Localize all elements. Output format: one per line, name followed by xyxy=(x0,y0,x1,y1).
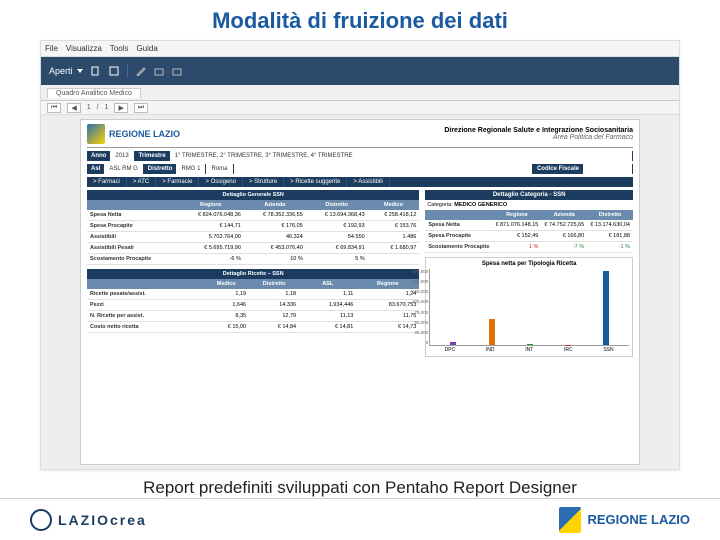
report-logo: REGIONE LAZIO xyxy=(87,124,180,144)
report-logo-text: REGIONE LAZIO xyxy=(109,129,180,139)
tableA-title: Dettaglio Generale SSN xyxy=(87,190,419,200)
filter-blank xyxy=(234,164,533,174)
table-dettaglio-categoria: Dettaglio Categoria - SSN Categoria: MED… xyxy=(425,190,633,253)
pager-prev-icon[interactable]: ◀ xyxy=(67,103,80,113)
chart-x-label: IND xyxy=(486,347,495,353)
pager-total: 1 xyxy=(105,104,109,111)
chart-x-label: SSN xyxy=(603,347,613,353)
slide-footer: LAZIOcrea REGIONE LAZIO xyxy=(0,498,720,540)
chart-x-label: DPC xyxy=(445,347,456,353)
table-row: Ricette pesate/assist.1,191,181,111,24 xyxy=(87,289,419,300)
pager-sep: / xyxy=(97,104,99,111)
new-file-icon[interactable] xyxy=(91,66,101,76)
toolbar: Aperti xyxy=(41,57,679,85)
pentaho-screenshot: File Visualizza Tools Guida Aperti Quadr… xyxy=(40,40,680,470)
table-row: N. Ricette per assist.8,3512,7911,1311,7… xyxy=(87,311,419,322)
content-area: File Visualizza Tools Guida Aperti Quadr… xyxy=(0,40,720,472)
shield-icon xyxy=(87,124,105,144)
filter-anno-value: 2013 xyxy=(110,151,134,161)
table-row: Spesa Procapite€ 144,71€ 176,05€ 192,93€… xyxy=(87,221,419,232)
export-icon[interactable] xyxy=(154,66,164,76)
pill-ricette[interactable]: > Ricette suggerite xyxy=(284,177,347,187)
edit-icon[interactable] xyxy=(136,66,146,76)
pager-bar: ⏮ ◀ 1 / 1 ▶ ⏭ xyxy=(41,101,679,115)
table-row: Spesa Netta€ 871.076.148,15€ 74.752.725,… xyxy=(425,220,633,231)
filter-trim-label: Trimestre xyxy=(135,151,170,161)
tableC-title: Dettaglio Ricette – SSN xyxy=(87,269,419,279)
filter-trim-value: 1° TRIMESTRE, 2° TRIMESTRE, 3° TRIMESTRE… xyxy=(170,151,633,161)
report-body: REGIONE LAZIO Direzione Regionale Salute… xyxy=(41,115,679,469)
filter-row-1: Anno 2013 Trimestre 1° TRIMESTRE, 2° TRI… xyxy=(87,151,633,161)
report-header-line1: Direzione Regionale Salute e Integrazion… xyxy=(444,127,633,134)
slide-caption: Report predefiniti sviluppati con Pentah… xyxy=(0,478,720,498)
tab-strip: Quadro Analitico Medico xyxy=(41,85,679,101)
filter-anno-label: Anno xyxy=(87,151,110,161)
chart-x-label: INT xyxy=(525,347,533,353)
table-row: Costo netto ricetta€ 15,00€ 14,84€ 14,81… xyxy=(87,322,419,333)
save-icon[interactable] xyxy=(109,66,119,76)
pill-assistibili[interactable]: > Assistibili xyxy=(347,177,390,187)
nav-pills: > Farmaci > ATC > Farmacie > Ossigeno > … xyxy=(87,177,633,187)
footer-logo-laziocrea: LAZIOcrea xyxy=(30,509,147,531)
menu-help[interactable]: Guida xyxy=(136,44,157,53)
pager-last-icon[interactable]: ⏭ xyxy=(134,103,148,113)
toolbar-divider xyxy=(127,64,128,78)
table-row: Assistibili Pesati€ 5.695.719,90€ 453.07… xyxy=(87,243,419,254)
categoria-row: Categoria: MEDICO GENERICO xyxy=(425,200,633,210)
chart-bar xyxy=(450,342,456,345)
menubar: File Visualizza Tools Guida xyxy=(41,41,679,57)
laziocrea-icon xyxy=(30,509,52,531)
filter-com-value: Roma xyxy=(206,164,233,174)
pager-first-icon[interactable]: ⏮ xyxy=(47,103,61,113)
tab-report[interactable]: Quadro Analitico Medico xyxy=(47,88,141,98)
chart-bar xyxy=(489,319,495,345)
table-dettaglio-generale: Dettaglio Generale SSN Regione Azienda D… xyxy=(87,190,419,265)
report-page: REGIONE LAZIO Direzione Regionale Salute… xyxy=(80,119,640,465)
menu-file[interactable]: File xyxy=(45,44,58,53)
report-header: REGIONE LAZIO Direzione Regionale Salute… xyxy=(87,124,633,148)
chart-bar xyxy=(603,271,609,345)
chart-plot-area: 175,000150,000125,000100,00075,00050,000… xyxy=(429,269,629,346)
chevron-down-icon xyxy=(77,69,83,73)
menu-tools[interactable]: Tools xyxy=(110,44,129,53)
filter-asl-label: Asl xyxy=(87,164,104,174)
tableB-title: Dettaglio Categoria - SSN xyxy=(425,190,633,200)
table-row: Scostamento Procapite-6 %10 %5 % xyxy=(87,254,419,265)
chart-spesa-netta: Spesa netta per Tipologia Ricetta 175,00… xyxy=(425,257,633,357)
table-dettaglio-ricette: Dettaglio Ricette – SSN Medico Distretto… xyxy=(87,269,419,333)
filter-cod-label: Codice Fiscale xyxy=(533,164,583,174)
filter-asl-value: ASL RM G xyxy=(104,164,143,174)
filter-dist-label: Distretto xyxy=(144,164,177,174)
open-dropdown[interactable]: Aperti xyxy=(49,66,83,76)
chart-bar xyxy=(527,344,533,345)
table-row: Assistibili5.702.764,0046.32454.5501.486 xyxy=(87,232,419,243)
chart-x-axis: DPC IND INT IRC SSN xyxy=(429,346,629,353)
report-header-line2: Area Politica del Farmaco xyxy=(444,134,633,141)
pager-page: 1 xyxy=(87,104,91,111)
table-row: Spesa Netta€ 824.076.048,36€ 78.352.336,… xyxy=(87,210,419,221)
pill-ossigeno[interactable]: > Ossigeno xyxy=(199,177,243,187)
pager-next-icon[interactable]: ▶ xyxy=(114,103,127,113)
table-row: Scostamento Procapite1 %-7 %-1 % xyxy=(425,242,633,253)
table-row: Pezzi1,64614.3361,934,44683.670,753 xyxy=(87,300,419,311)
filter-dist-value: RMG 1 xyxy=(176,164,206,174)
footer-logo-regione: REGIONE LAZIO xyxy=(559,507,690,533)
pill-farmaci[interactable]: > Farmaci xyxy=(87,177,127,187)
chart-title: Spesa netta per Tipologia Ricetta xyxy=(429,261,629,267)
regione-shield-icon xyxy=(559,507,581,533)
export2-icon[interactable] xyxy=(172,66,182,76)
filter-row-2: Asl ASL RM G Distretto RMG 1 Roma Codice… xyxy=(87,164,633,174)
table-row: Spesa Procapite€ 152,49€ 166,80€ 181,88 xyxy=(425,231,633,242)
chart-x-label: IRC xyxy=(564,347,573,353)
pill-strutture[interactable]: > Strutture xyxy=(243,177,284,187)
pill-farmacie[interactable]: > Farmacie xyxy=(156,177,199,187)
pill-atc[interactable]: > ATC xyxy=(127,177,156,187)
filter-cod-value xyxy=(583,164,633,174)
slide-title: Modalità di fruizione dei dati xyxy=(0,8,720,34)
menu-view[interactable]: Visualizza xyxy=(66,44,102,53)
